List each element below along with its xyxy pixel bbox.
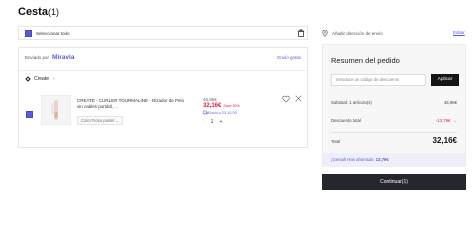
chevron-down-icon: ⌄ [453,118,457,123]
discount-value: -13,79€ [435,118,451,123]
chevron-down-icon: ⌄ [115,118,119,123]
cart-card: Enviado por Miravia Envío gratis Create … [18,47,308,148]
quantity-stepper: - 1 + [203,119,240,125]
seller-brand[interactable]: Miravia [52,54,74,61]
product-image[interactable] [41,95,71,125]
page-title: Cesta(1) [18,6,59,18]
total-row: Total 32,16€ [331,136,457,145]
store-name: Create [34,76,50,82]
delivery-info: Envío ≥ 23.10.00 [203,110,240,115]
chevron-right-icon: › [53,76,55,82]
select-all-label[interactable]: Seleccionar todo [36,31,70,36]
subtotal-value: 45,95€ [443,100,457,105]
apply-coupon-button[interactable]: Aplicar [431,74,459,86]
shipping-free-label: Envío gratis [277,55,301,60]
divider [331,132,457,133]
discount-label: Descuento total [331,118,361,123]
subtotal-label: Subtotal: 1 artículo(s) [331,100,372,105]
select-all-checkbox[interactable] [25,29,32,37]
item-checkbox[interactable] [26,111,33,118]
trash-icon[interactable] [297,29,305,37]
total-value: 32,16€ [432,136,457,145]
order-summary: Resumen del pedido Introduce un código d… [322,44,466,167]
add-address-label: Añadir dirección de envío [332,31,383,36]
continue-button[interactable]: Continuar(1) [322,174,466,190]
savings-banner: ¡Genial! Has ahorrado: 13,79€ [323,153,465,167]
product-name[interactable]: CREATE - CURLER TOURMALINE - Rizador de … [77,98,185,109]
coupon-input[interactable]: Introduce un código de descuento [331,74,426,86]
original-price: 45,95€ [203,97,217,102]
delivery-text: Envío ≥ 23.10.00 [208,110,237,115]
add-address[interactable]: Añadir dirección de envío [322,30,383,37]
location-pin-icon [322,30,328,37]
savings-text: ¡Genial! Has ahorrado: [331,157,375,162]
quantity-plus-button[interactable]: + [219,119,222,125]
savings-amount: 13,79€ [375,157,389,162]
store-logo-icon [25,76,31,82]
page-title-text: Cesta [18,6,48,18]
total-label: Total [331,139,341,144]
current-price: 32,16€ [203,103,222,109]
close-icon[interactable] [295,95,302,102]
sold-by: Enviado por Miravia [25,54,74,61]
current-price-row: 32,16€ Save 30% [203,103,240,109]
summary-title: Resumen del pedido [331,56,400,65]
sold-by-label: Enviado por [25,55,50,60]
savings-badge: Save 30% [223,104,240,108]
divider [19,70,307,71]
quantity-minus-button[interactable]: - [203,119,205,125]
quantity-value: 1 [210,119,214,125]
store-link[interactable]: Create › [25,76,55,82]
variant-label: Color:Rosa pastel [81,118,115,123]
select-all-bar: Seleccionar todo [18,26,308,40]
edit-address-link[interactable]: Editar [453,30,465,35]
curler-icon [51,100,58,120]
subtotal-row: Subtotal: 1 artículo(s) 45,95€ [331,100,457,105]
price-block: 45,95€ 32,16€ Save 30% Envío ≥ 23.10.00 -… [203,97,240,125]
variant-selector[interactable]: Color:Rosa pastel ⌄ [77,116,123,125]
cart-count: (1) [47,7,59,17]
heart-icon[interactable] [282,95,290,103]
discount-row[interactable]: Descuento total -13,79€ ⌄ [331,118,457,124]
